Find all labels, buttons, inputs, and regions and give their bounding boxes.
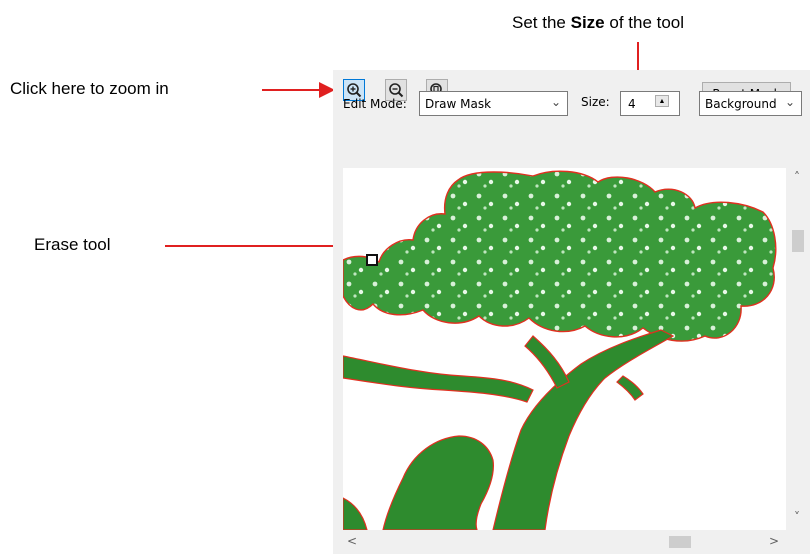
edit-mode-label: Edit Mode: xyxy=(343,97,407,111)
horizontal-scrollbar[interactable]: < > xyxy=(343,530,786,554)
mask-canvas[interactable] xyxy=(343,168,786,530)
size-value: 4 xyxy=(628,97,636,111)
edit-mode-value: Draw Mask xyxy=(425,97,492,111)
edit-mode-select[interactable]: Draw Mask ⌄ xyxy=(419,91,568,116)
trunk-mask xyxy=(492,329,675,530)
foot-mask xyxy=(343,497,368,530)
vertical-scroll-thumb[interactable] xyxy=(792,230,804,252)
branch-left-mask xyxy=(343,355,534,403)
spin-up-icon[interactable]: ▲ xyxy=(655,95,669,107)
tree-mask-image xyxy=(343,170,777,530)
scroll-right-icon[interactable]: > xyxy=(769,534,779,548)
chevron-down-icon: ⌄ xyxy=(784,95,795,109)
vertical-scrollbar[interactable]: ˄ ˅ xyxy=(786,168,810,530)
scroll-down-icon[interactable]: ˅ xyxy=(794,510,800,524)
mask-target-select[interactable]: Background ⌄ xyxy=(699,91,802,116)
size-spinner[interactable]: 4 ▲ xyxy=(620,91,680,116)
zoom-out-icon xyxy=(389,83,404,98)
mask-target-value: Background xyxy=(705,97,777,111)
scroll-left-icon[interactable]: < xyxy=(347,534,357,548)
foliage-mask xyxy=(343,170,777,342)
size-label: Size: xyxy=(581,95,610,109)
mask-editor-panel: Reset Mask Edit Mode: Draw Mask ⌄ Size: … xyxy=(333,70,810,554)
horizontal-scroll-thumb[interactable] xyxy=(669,536,691,548)
chevron-down-icon: ⌄ xyxy=(550,95,561,109)
erase-cursor-icon xyxy=(366,254,378,266)
branch-right-mask xyxy=(616,375,644,401)
figure-mask xyxy=(382,435,494,530)
zoom-in-icon xyxy=(347,83,362,98)
branch-mid-mask xyxy=(524,335,570,389)
scroll-up-icon[interactable]: ˄ xyxy=(794,170,800,184)
